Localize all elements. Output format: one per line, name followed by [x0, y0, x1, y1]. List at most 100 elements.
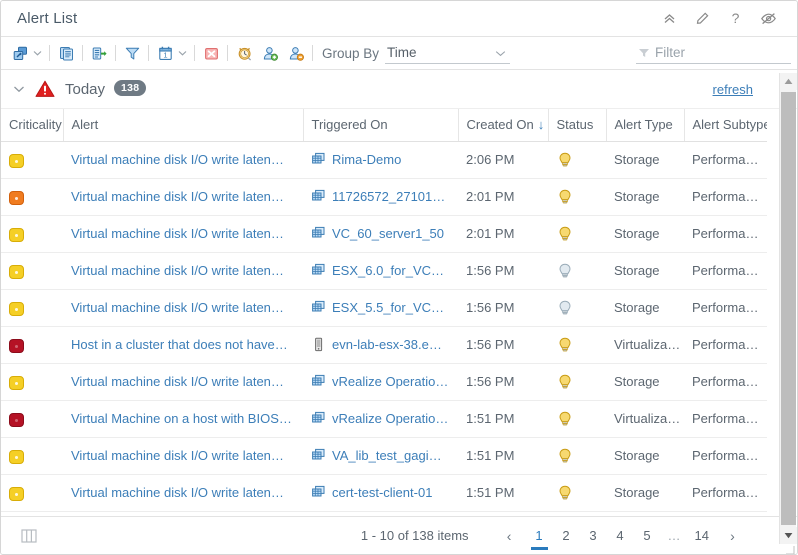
alert-link[interactable]: Virtual machine disk I/O write laten… [71, 263, 284, 278]
table-row[interactable]: Virtual machine disk I/O write laten… Rim… [1, 141, 767, 179]
table-row[interactable]: Virtual machine disk I/O write laten… vRe… [1, 363, 767, 401]
cell-criticality [1, 437, 63, 475]
hide-icon[interactable] [760, 10, 777, 27]
column-chooser-icon[interactable] [21, 528, 39, 544]
table-row[interactable]: Virtual Machine on a host with BIOS… vRea… [1, 400, 767, 438]
page-button-2[interactable]: 2 [557, 525, 576, 547]
triggered-on-link[interactable]: vRealize Operatio… [332, 411, 448, 426]
alert-link[interactable]: Virtual machine disk I/O write laten… [71, 374, 284, 389]
cell-alert: Virtual machine disk I/O write laten… [63, 178, 303, 216]
cell-alert-subtype: Performa… [684, 474, 767, 512]
alert-link[interactable]: Virtual machine disk I/O write laten… [71, 226, 284, 241]
assign-arrow-icon[interactable] [88, 42, 110, 64]
group-by-select[interactable]: Time [385, 42, 511, 64]
column-header-label: Status [556, 117, 594, 133]
toolbar-separator [194, 45, 195, 61]
table-row[interactable]: Virtual machine disk I/O write laten… ESX… [1, 252, 767, 290]
calendar-icon[interactable]: 1 [154, 42, 176, 64]
pagination: 1 - 10 of 138 items ‹ 1 2 3 4 5 … 14 › [360, 525, 749, 550]
page-ellipsis: … [667, 528, 681, 543]
cell-triggered-on: vRealize Operatio… [303, 363, 458, 401]
cell-alert-type: Virtualiza… [606, 400, 684, 438]
triggered-on-link[interactable]: Rima-Demo [332, 152, 401, 167]
chevron-down-icon-open[interactable] [31, 43, 44, 63]
table-row[interactable]: Virtual machine disk I/O write laten… ESX… [1, 289, 767, 327]
chevron-down-icon-calendar[interactable] [176, 43, 189, 63]
table-row[interactable]: Host in a cluster that does not have… evn… [1, 326, 767, 364]
group-label: Today [65, 80, 106, 98]
refresh-link[interactable]: refresh [713, 82, 753, 97]
triggered-on-link[interactable]: VC_60_server1_50 [332, 226, 444, 241]
scroll-up-button[interactable] [780, 73, 797, 90]
column-header-alert[interactable]: Alert [63, 109, 304, 142]
alarm-clock-icon[interactable] [233, 42, 255, 64]
cell-alert-subtype: Performa… [684, 178, 767, 216]
table-row[interactable]: Virtual machine disk I/O write laten… VC_… [1, 215, 767, 253]
alert-link[interactable]: Virtual machine disk I/O write laten… [71, 485, 284, 500]
group-count-badge: 138 [114, 80, 147, 96]
cell-alert: Virtual Machine on a host with BIOS… [63, 400, 303, 438]
page-button-14[interactable]: 14 [692, 525, 712, 547]
alert-link[interactable]: Virtual Machine on a host with BIOS… [71, 411, 292, 426]
help-icon[interactable]: ? [727, 10, 744, 27]
cell-alert-type: Storage [606, 178, 684, 216]
collapse-icon[interactable] [661, 10, 678, 27]
cell-triggered-on: VA_lib_test_gagi… [303, 437, 458, 475]
criticality-critical-icon [9, 339, 24, 354]
cell-triggered-on: VC_60_server1_50 [303, 215, 458, 253]
page-button-3[interactable]: 3 [584, 525, 603, 547]
alert-link[interactable]: Virtual machine disk I/O write laten… [71, 300, 284, 315]
items-summary: 1 - 10 of 138 items [360, 528, 469, 543]
triggered-on-link[interactable]: ESX_5.5_for_VC… [332, 300, 444, 315]
cell-status [548, 474, 606, 512]
column-header-label: Created On [466, 117, 534, 133]
scrollbar-thumb[interactable] [781, 92, 796, 525]
group-header-today[interactable]: Today 138 refresh [1, 70, 797, 109]
title-bar-actions: ? [661, 10, 787, 27]
triggered-on-link[interactable]: 11726572_271017… [332, 189, 450, 204]
external-link-icon[interactable] [9, 42, 31, 64]
column-header-label: Alert Type [614, 117, 673, 133]
filter-field[interactable] [636, 42, 791, 64]
column-header-created_on[interactable]: Created On ↓ [458, 109, 549, 142]
cell-created-on: 2:06 PM [458, 141, 548, 179]
edit-icon[interactable] [694, 10, 711, 27]
table-row[interactable]: Virtual machine disk I/O write laten… cer… [1, 474, 767, 512]
table-row[interactable]: Virtual machine disk I/O write laten… VA_… [1, 437, 767, 475]
triggered-on-link[interactable]: cert-test-client-01 [332, 485, 432, 500]
toolbar-separator [148, 45, 149, 61]
next-page-button[interactable]: › [723, 525, 742, 547]
resize-grip[interactable] [785, 542, 795, 554]
triggered-on-link[interactable]: VA_lib_test_gagi… [332, 448, 442, 463]
prev-page-button[interactable]: ‹ [500, 525, 519, 547]
alert-link[interactable]: Virtual machine disk I/O write laten… [71, 189, 284, 204]
user-remove-icon[interactable] [285, 42, 307, 64]
filter-input[interactable] [650, 44, 791, 61]
table-row[interactable]: Virtual machine disk I/O write laten… 117… [1, 178, 767, 216]
page-button-4[interactable]: 4 [611, 525, 630, 547]
page-button-5[interactable]: 5 [638, 525, 657, 547]
vertical-scrollbar[interactable] [779, 73, 797, 544]
chevron-down-icon-group[interactable] [13, 85, 25, 93]
page-button-1[interactable]: 1 [530, 525, 549, 550]
lightbulb-on-icon [556, 188, 598, 206]
triggered-on-link[interactable]: evn-lab-esx-38.e… [332, 337, 442, 352]
triggered-on-link[interactable]: vRealize Operatio… [332, 374, 448, 389]
column-header-alert_type[interactable]: Alert Type [606, 109, 685, 142]
column-header-status[interactable]: Status [548, 109, 607, 142]
alert-table: Criticality Alert Triggered On Created On ↓ S… [1, 109, 767, 512]
lightbulb-on-icon [556, 484, 598, 502]
column-header-criticality[interactable]: Criticality [1, 109, 64, 142]
alert-link[interactable]: Virtual machine disk I/O write laten… [71, 152, 284, 167]
triggered-on-link[interactable]: ESX_6.0_for_VC… [332, 263, 444, 278]
user-add-icon[interactable] [259, 42, 281, 64]
column-header-alert_subtype[interactable]: Alert Subtype [684, 109, 767, 142]
cell-criticality [1, 474, 63, 512]
column-header-triggered_on[interactable]: Triggered On [303, 109, 459, 142]
criticality-warning-icon [9, 376, 24, 391]
alert-link[interactable]: Host in a cluster that does not have… [71, 337, 288, 352]
alert-link[interactable]: Virtual machine disk I/O write laten… [71, 448, 284, 463]
copy-icon[interactable] [55, 42, 77, 64]
red-x-icon[interactable] [200, 42, 222, 64]
funnel-icon[interactable] [121, 42, 143, 64]
